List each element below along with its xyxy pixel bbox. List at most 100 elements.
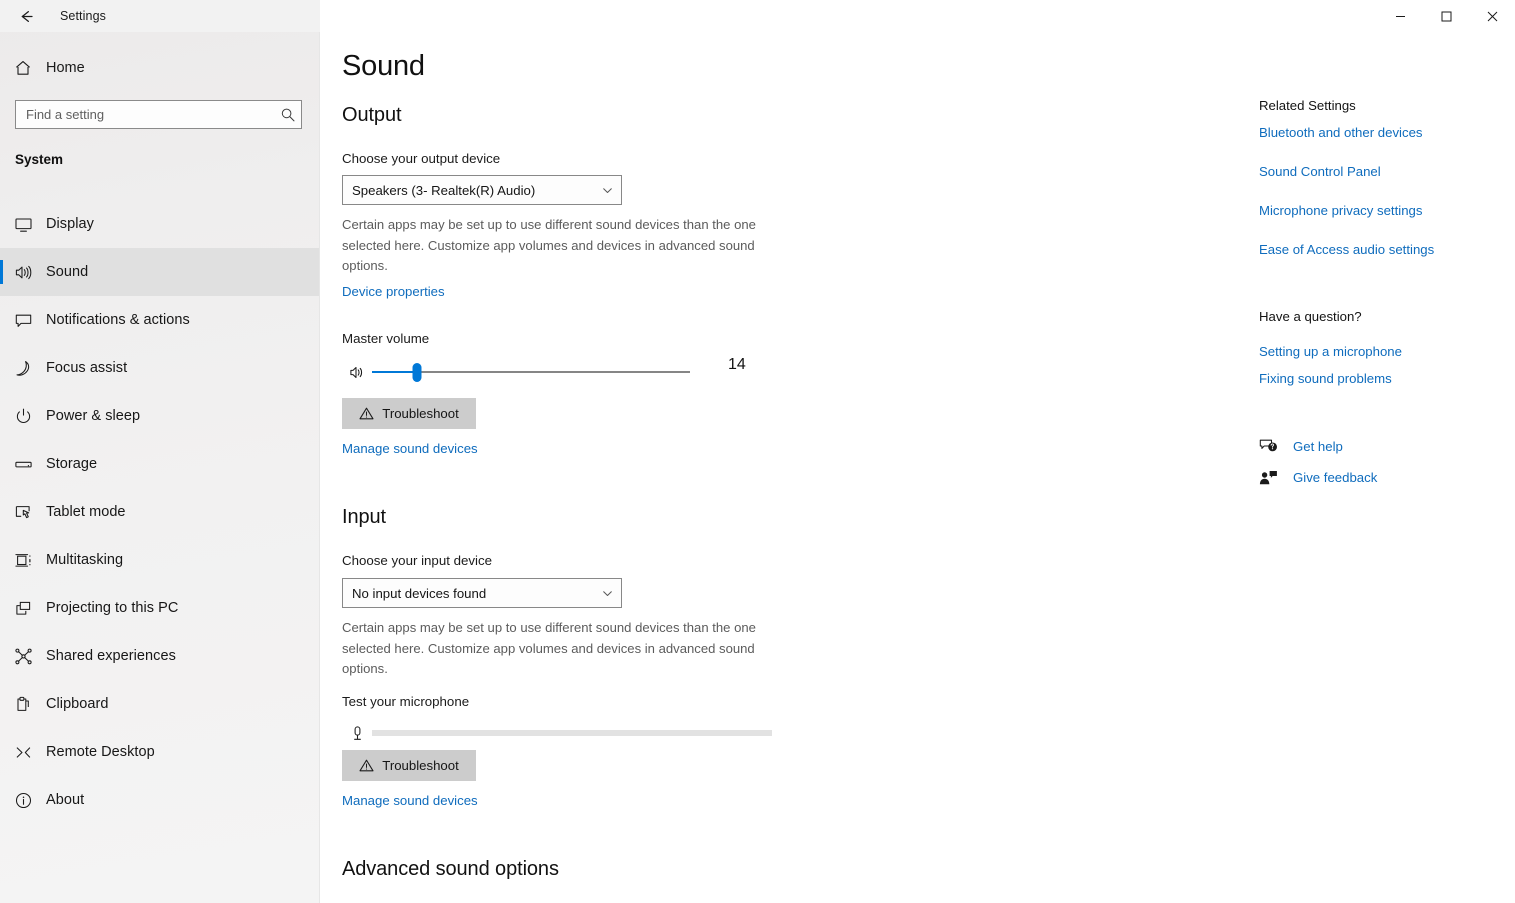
master-volume-label: Master volume [342,331,430,346]
test-microphone-label: Test your microphone [342,694,470,709]
window-title: Settings [60,9,106,23]
related-link-bluetooth[interactable]: Bluetooth and other devices [1259,125,1423,140]
multitasking-icon [0,551,46,570]
sidebar-item-label: Sound [46,264,89,280]
warning-triangle-icon [359,758,374,773]
sidebar-item-display[interactable]: Display [0,200,319,248]
monitor-icon [0,215,46,234]
sidebar-item-label: Power & sleep [46,408,141,424]
output-section-heading: Output [342,104,402,126]
input-device-select[interactable]: No input devices found [342,578,622,608]
microphone-level-meter [372,730,772,736]
moon-icon [0,359,46,378]
maximize-button[interactable] [1423,0,1469,32]
output-troubleshoot-button[interactable]: Troubleshoot [342,398,476,429]
help-bubble-icon [1259,438,1293,455]
microphone-test-row [342,718,812,748]
input-device-label: Choose your input device [342,553,493,568]
drive-icon [0,455,46,474]
sidebar-item-focus-assist[interactable]: Focus assist [0,344,319,392]
sidebar-item-about[interactable]: About [0,776,319,824]
sidebar-item-sound[interactable]: Sound [0,248,319,296]
navigation-sidebar: Home System Display [0,0,320,903]
related-link-ease-of-access-audio[interactable]: Ease of Access audio settings [1259,242,1434,257]
output-manage-sound-devices-link[interactable]: Manage sound devices [342,441,478,456]
sidebar-item-label: Clipboard [46,696,109,712]
sidebar-item-label: Shared experiences [46,648,176,664]
related-link-microphone-privacy[interactable]: Microphone privacy settings [1259,203,1422,218]
related-settings-heading: Related Settings [1259,98,1356,113]
chevron-down-icon [593,587,621,600]
close-icon [1487,11,1497,21]
back-arrow-icon [21,10,33,22]
master-volume-value: 14 [728,356,746,373]
sidebar-item-label: Remote Desktop [46,744,155,760]
sidebar-item-shared-experiences[interactable]: Shared experiences [0,632,319,680]
sidebar-item-remote-desktop[interactable]: Remote Desktop [0,728,319,776]
sidebar-item-projecting-to-this-pc[interactable]: Projecting to this PC [0,584,319,632]
microphone-icon [342,725,372,742]
get-help-link[interactable]: Get help [1259,433,1343,459]
sidebar-item-storage[interactable]: Storage [0,440,319,488]
question-link-setting-up-microphone[interactable]: Setting up a microphone [1259,344,1402,359]
question-link-fixing-sound-problems[interactable]: Fixing sound problems [1259,371,1392,386]
search-icon[interactable] [275,107,301,123]
sidebar-item-clipboard[interactable]: Clipboard [0,680,319,728]
sidebar-item-label: Notifications & actions [46,312,190,328]
sidebar-item-notifications-actions[interactable]: Notifications & actions [0,296,319,344]
input-help-note: Certain apps may be set up to use differ… [342,620,756,676]
output-device-select[interactable]: Speakers (3- Realtek(R) Audio) [342,175,622,205]
minimize-button[interactable] [1377,0,1423,32]
sidebar-item-label: Display [46,216,94,232]
input-manage-sound-devices-link[interactable]: Manage sound devices [342,793,478,808]
chevron-down-icon [593,184,621,197]
have-a-question-heading: Have a question? [1259,309,1362,324]
input-section-heading: Input [342,506,386,528]
master-volume-slider[interactable] [372,357,690,387]
back-button[interactable] [8,2,44,30]
project-screen-icon [0,599,46,618]
give-feedback-link[interactable]: Give feedback [1259,464,1377,490]
maximize-icon [1441,11,1451,21]
search-input[interactable] [16,107,275,122]
input-device-value: No input devices found [352,585,487,601]
search-box[interactable] [15,100,302,129]
sidebar-item-tablet-mode[interactable]: Tablet mode [0,488,319,536]
sidebar-item-multitasking[interactable]: Multitasking [0,536,319,584]
info-icon [0,791,46,810]
warning-triangle-icon [359,406,374,421]
sidebar-item-label: Projecting to this PC [46,600,179,616]
clipboard-icon [0,695,46,714]
minimize-icon [1395,15,1405,17]
slider-thumb[interactable] [412,363,422,382]
advanced-sound-options-heading: Advanced sound options [342,858,559,880]
chat-bubble-icon [0,311,46,330]
sidebar-item-label: Focus assist [46,360,128,376]
power-icon [0,407,46,426]
sidebar-nav-list: Display Sound Notifications & actions Fo… [0,200,319,824]
title-bar-left-pane [0,0,320,32]
output-device-label: Choose your output device [342,151,501,166]
related-link-sound-control-panel[interactable]: Sound Control Panel [1259,164,1381,179]
device-properties-link[interactable]: Device properties [342,284,445,299]
close-button[interactable] [1469,0,1515,32]
title-bar: Settings [0,0,1515,32]
speaker-icon[interactable] [342,364,372,381]
sidebar-item-label: About [46,792,85,808]
give-feedback-label: Give feedback [1293,469,1378,485]
tablet-touch-icon [0,503,46,522]
input-troubleshoot-label: Troubleshoot [382,758,459,773]
speaker-icon [0,263,46,282]
share-nodes-icon [0,647,46,666]
sidebar-item-label: Tablet mode [46,504,126,520]
sidebar-item-home[interactable]: Home [0,52,319,84]
page-title: Sound [342,50,425,82]
output-device-value: Speakers (3- Realtek(R) Audio) [352,182,536,198]
related-settings-rail: Related Settings Bluetooth and other dev… [1240,32,1515,903]
input-troubleshoot-button[interactable]: Troubleshoot [342,750,476,781]
sidebar-item-label: Multitasking [46,552,124,568]
sidebar-item-label: Storage [46,456,98,472]
sidebar-item-power-sleep[interactable]: Power & sleep [0,392,319,440]
sidebar-home-label: Home [46,60,85,76]
home-icon [0,59,46,77]
